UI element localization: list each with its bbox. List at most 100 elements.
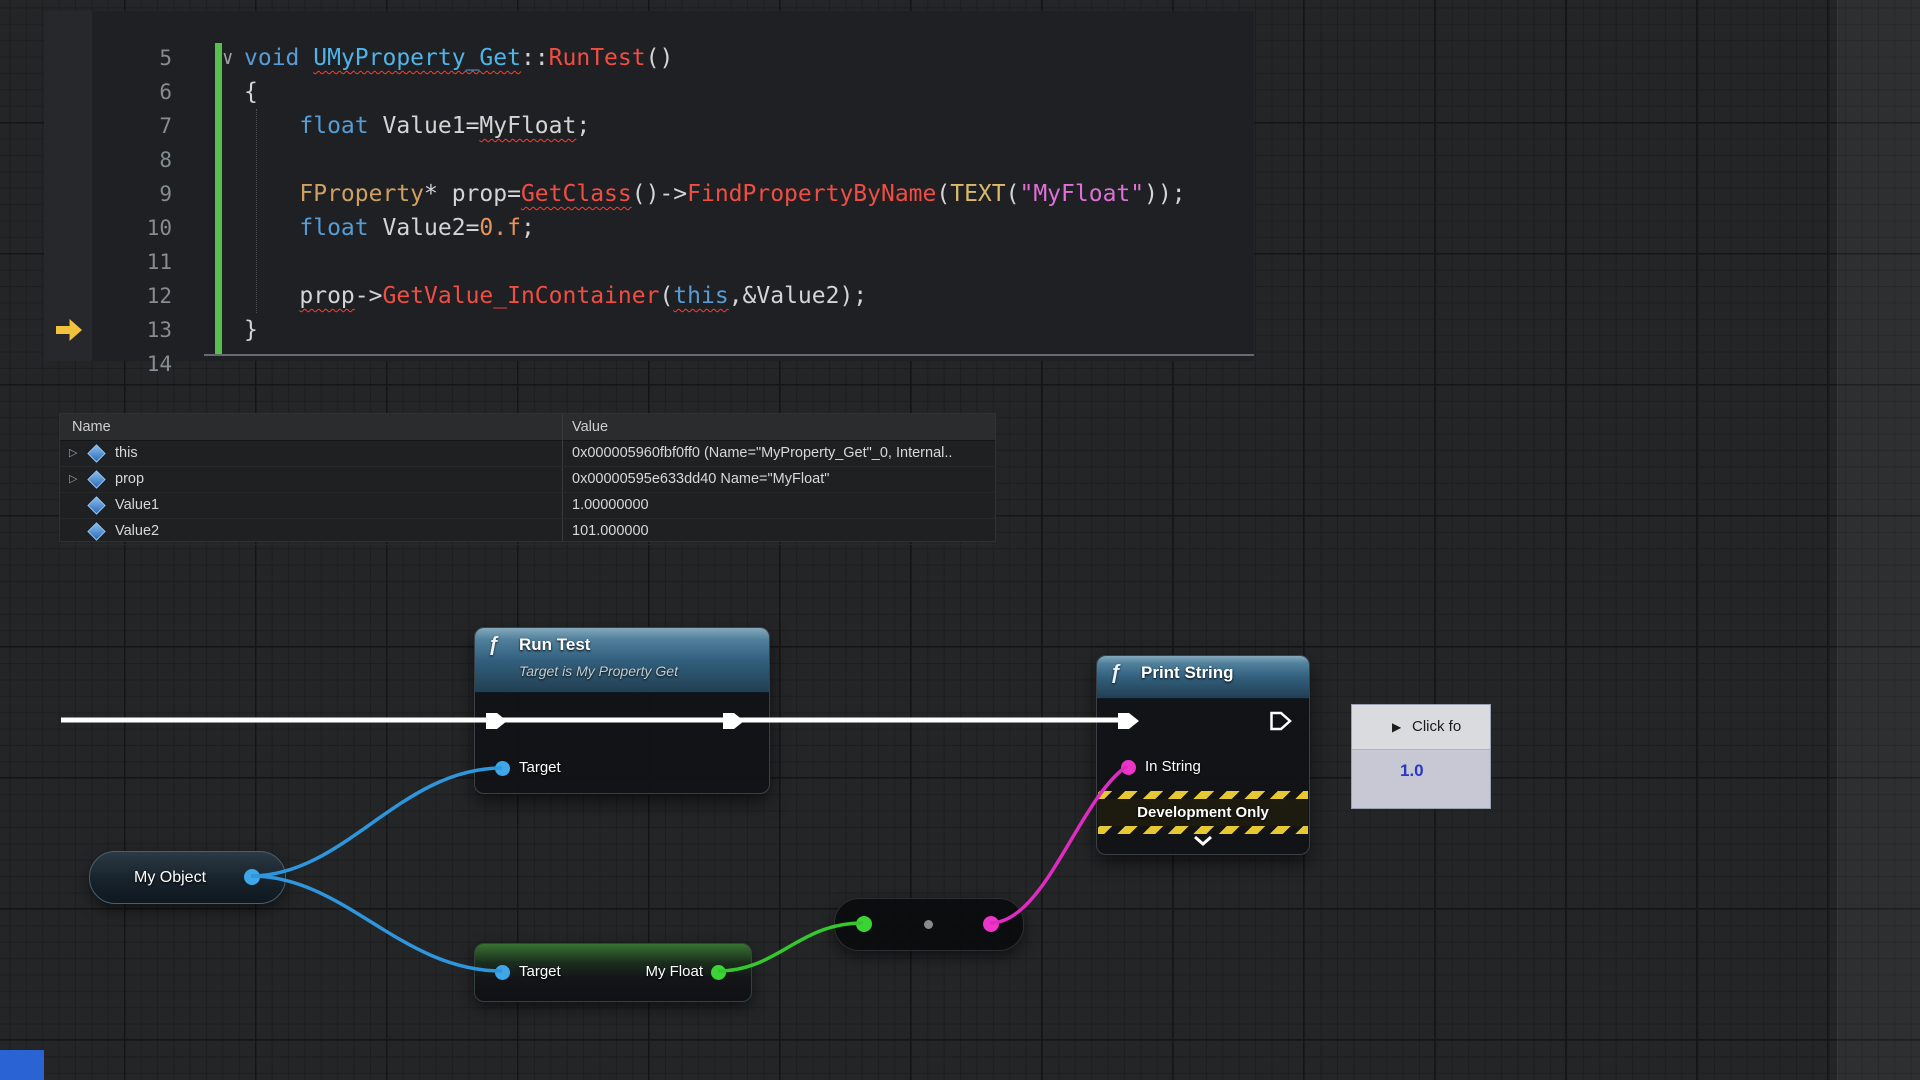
code-token: GetClass [521, 181, 632, 207]
node-header: ƒ Run Test Target is My Property Get [475, 628, 769, 693]
right-panel-edge [1837, 0, 1920, 1080]
code-line [244, 143, 1250, 177]
code-token: -> [355, 283, 383, 309]
line-number[interactable]: 5 [94, 41, 172, 75]
line-number[interactable]: 11 [94, 245, 172, 279]
function-icon: ƒ [1110, 662, 1121, 685]
variable-name: Value2 [115, 519, 159, 544]
variable-value: 101.000000 [572, 519, 989, 544]
node-my-object[interactable]: My Object [89, 851, 286, 904]
watch-row[interactable]: Value1 1.00000000 [60, 493, 995, 519]
code-token: RunTest [549, 45, 646, 71]
code-line [244, 347, 1250, 381]
in-string-pin[interactable] [1121, 760, 1136, 775]
watch-name-cell: Value2 [60, 519, 560, 544]
variable-value: 0x000005960fbf0ff0 (Name="MyProperty_Get… [572, 441, 989, 466]
fold-chevron-icon[interactable]: ∨ [222, 41, 233, 75]
variable-name: this [115, 441, 138, 466]
exec-in-pin[interactable] [486, 711, 507, 731]
code-token: } [244, 317, 258, 343]
code-line: float Value2=0.f; [244, 211, 1250, 245]
node-convert-float-to-string[interactable] [834, 898, 1024, 951]
line-number[interactable]: 14 [94, 347, 172, 381]
tooltip-value: 1.0 [1400, 761, 1424, 781]
line-number[interactable]: 9 [94, 177, 172, 211]
node-run-test[interactable]: ƒ Run Test Target is My Property Get Tar… [474, 627, 770, 794]
code-line: { [244, 75, 1250, 109]
watch-row[interactable]: ▷prop0x00000595e633dd40 Name="MyFloat" [60, 467, 995, 493]
exec-out-pin[interactable] [723, 711, 744, 731]
code-token [244, 181, 299, 207]
column-header-value[interactable]: Value [572, 414, 608, 440]
node-get-my-float[interactable]: Target My Float [474, 943, 752, 1002]
development-only-label: Development Only [1098, 799, 1308, 826]
line-number[interactable]: 13 [94, 313, 172, 347]
code-token: UMyProperty_Get [313, 45, 521, 71]
node-header: ƒ Print String [1097, 656, 1309, 699]
code-editor[interactable]: 567891011121314 ∨ void UMyProperty_Get::… [44, 11, 1254, 361]
code-token: { [244, 79, 258, 105]
variable-value: 1.00000000 [572, 493, 989, 518]
exec-out-pin[interactable] [1269, 710, 1293, 732]
target-pin-label: Target [519, 759, 561, 776]
code-line: void UMyProperty_Get::RunTest() [244, 41, 1250, 75]
debug-value-tooltip[interactable]: ▶ Click fo 1.0 [1351, 704, 1491, 809]
editor-separator [204, 354, 1254, 356]
hazard-stripe [1098, 791, 1308, 799]
variable-icon [87, 470, 105, 488]
code-token [244, 283, 299, 309]
target-pin[interactable] [495, 965, 510, 980]
column-header-name[interactable]: Name [72, 414, 111, 440]
expand-arrow-icon[interactable]: ▷ [69, 467, 77, 492]
code-token: ( [659, 283, 673, 309]
code-token: ( [1006, 181, 1020, 207]
hazard-stripe [1098, 826, 1308, 834]
variable-icon [87, 496, 105, 514]
code-token: ( [936, 181, 950, 207]
watch-row[interactable]: Value2 101.000000 [60, 519, 995, 545]
object-out-pin[interactable] [244, 869, 260, 885]
line-numbers: 567891011121314 [94, 41, 172, 381]
node-subtitle: Target is My Property Get [519, 663, 678, 679]
convert-in-pin[interactable] [856, 916, 872, 932]
breakpoint-gutter[interactable] [44, 11, 92, 361]
exec-in-pin[interactable] [1118, 711, 1139, 731]
expand-arrow-icon[interactable]: ▷ [69, 441, 77, 466]
watch-name-cell: Value1 [60, 493, 560, 518]
code-line: float Value1=MyFloat; [244, 109, 1250, 143]
variable-name: Value1 [115, 493, 159, 518]
convert-out-pin[interactable] [983, 916, 999, 932]
code-token: )); [1144, 181, 1186, 207]
code-token: void [244, 45, 299, 71]
code-line: } [244, 313, 1250, 347]
line-number[interactable]: 12 [94, 279, 172, 313]
code-line [244, 245, 1250, 279]
line-number[interactable]: 10 [94, 211, 172, 245]
target-pin[interactable] [495, 761, 510, 776]
node-print-string[interactable]: ƒ Print String In String Development Onl… [1096, 655, 1310, 855]
my-float-pin-label: My Float [645, 963, 703, 980]
chevron-down-icon [1192, 835, 1214, 847]
watch-row[interactable]: ▷ this 0x000005960fbf0ff0 (Name="MyPropert… [60, 441, 995, 467]
code-token: ()-> [632, 181, 687, 207]
in-string-pin-label: In String [1145, 758, 1201, 775]
tooltip-expand-row[interactable]: ▶ Click fo [1352, 705, 1490, 750]
blueprint-canvas[interactable]: ƒ Run Test Target is My Property Get Tar… [0, 0, 1920, 1080]
watch-window[interactable]: Name Value ▷ this 0x000005960fbf0ff0 (Name… [59, 413, 996, 542]
node-expand-button[interactable] [1097, 834, 1309, 852]
code-token: prop [299, 283, 354, 309]
variable-value: 0x00000595e633dd40 Name="MyFloat" [572, 467, 989, 492]
code-token: Value1= [369, 113, 480, 139]
line-number[interactable]: 7 [94, 109, 172, 143]
line-number[interactable]: 6 [94, 75, 172, 109]
tooltip-text: Click fo [1412, 705, 1461, 749]
code-token: 0.f [479, 215, 521, 241]
code-line: FProperty* prop=GetClass()->FindProperty… [244, 177, 1250, 211]
line-number[interactable]: 8 [94, 143, 172, 177]
code-area[interactable]: void UMyProperty_Get::RunTest(){ float V… [244, 41, 1250, 381]
my-float-out-pin[interactable] [711, 965, 726, 980]
code-token: FindPropertyByName [687, 181, 936, 207]
development-only-banner: Development Only [1098, 791, 1308, 834]
code-token: ; [576, 113, 590, 139]
code-token: MyFloat [479, 113, 576, 139]
